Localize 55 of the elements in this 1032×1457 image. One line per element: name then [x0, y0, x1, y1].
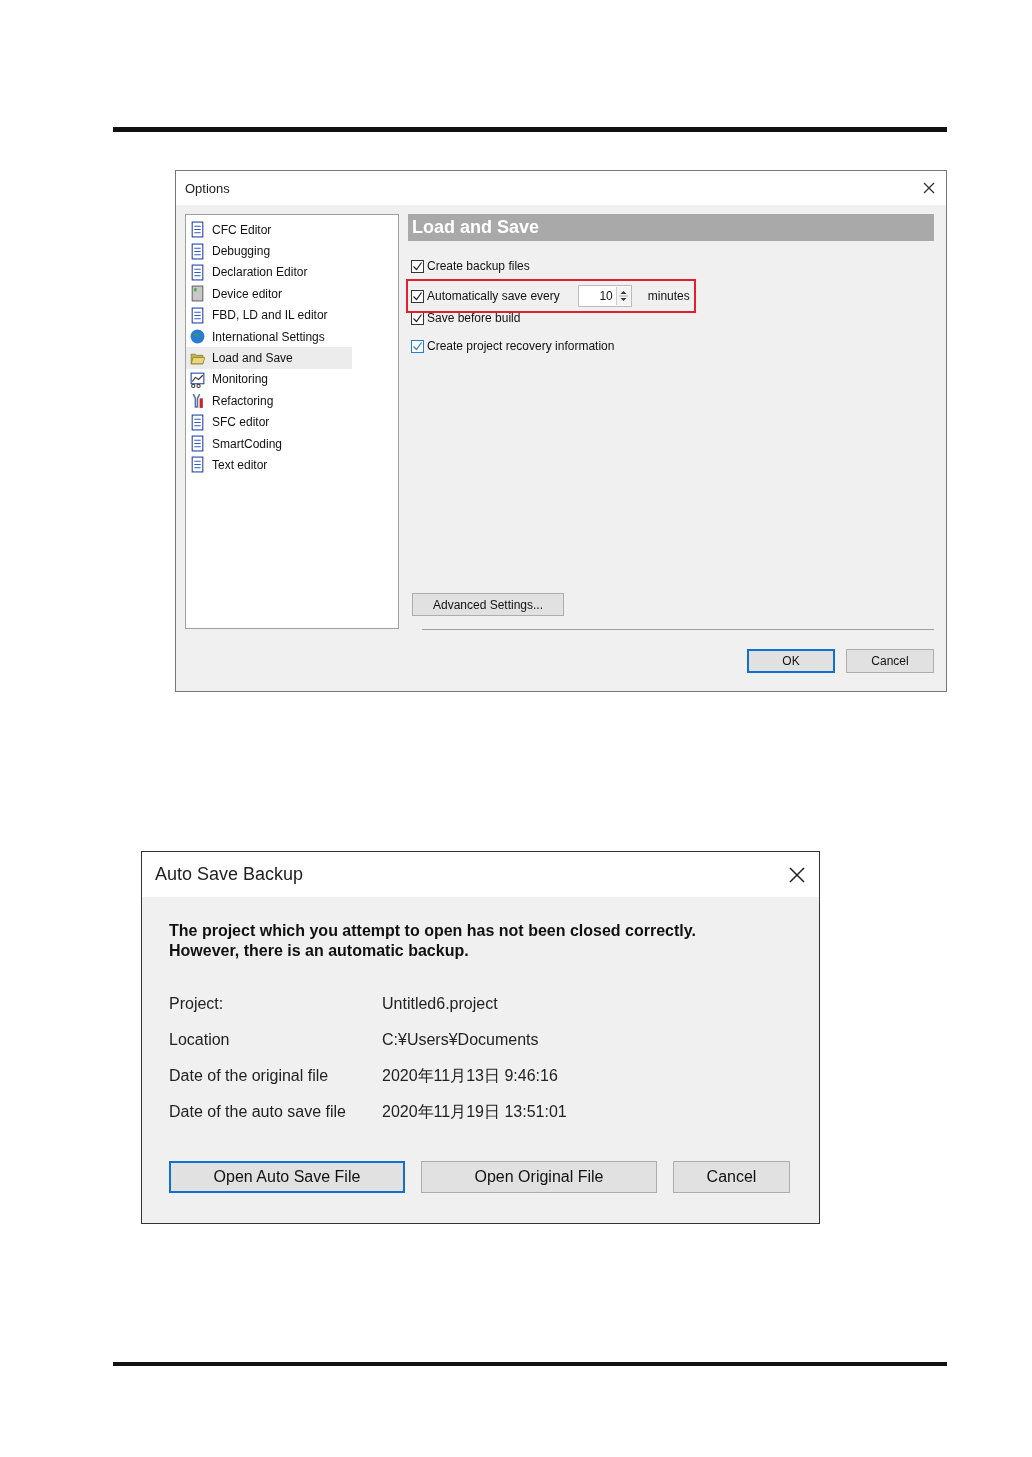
checkbox[interactable]: Create backup files — [411, 259, 530, 273]
detail-value: 2020年11月13日 9:46:16 — [382, 1066, 559, 1086]
window-title: Options — [185, 180, 230, 196]
section-header: Load and Save — [408, 214, 934, 241]
checkmark-icon — [412, 340, 423, 352]
category-item[interactable]: FBD, LD and IL editor — [186, 304, 352, 326]
detail-label: Project: — [169, 994, 225, 1014]
document-icon — [190, 221, 205, 239]
tools-icon — [190, 392, 205, 410]
message-text: The project which you attempt to open has not been closed correctly. — [169, 921, 697, 941]
dialog-button[interactable]: Cancel — [673, 1161, 790, 1193]
dialog-button[interactable]: Cancel — [846, 649, 934, 673]
number-field[interactable]: 10 — [577, 285, 632, 307]
detail-value: C:¥Users¥Documents — [382, 1030, 540, 1050]
category-item[interactable]: CFC Editor — [186, 219, 352, 241]
category-item[interactable]: Device editor — [186, 283, 352, 305]
device-icon — [190, 285, 205, 303]
chart-icon — [190, 370, 205, 388]
document-icon — [190, 242, 205, 260]
spin-arrows-icon[interactable] — [619, 289, 629, 303]
globe-icon — [190, 328, 205, 346]
advanced-settings-button[interactable]: Advanced Settings... — [412, 593, 564, 616]
category-item[interactable]: International Settings — [186, 325, 352, 348]
checkbox[interactable]: Create project recovery information — [411, 339, 615, 353]
checkmark-icon — [412, 290, 423, 302]
dialog-button[interactable]: OK — [747, 649, 835, 673]
detail-label: Date of the auto save file — [169, 1102, 347, 1122]
message-text: However, there is an automatic backup. — [169, 941, 470, 961]
close-icon[interactable] — [923, 182, 935, 194]
category-item[interactable]: Load and Save — [186, 347, 352, 369]
category-item[interactable]: Text editor — [186, 454, 352, 476]
window-title: Auto Save Backup — [155, 864, 304, 885]
detail-label: Location — [169, 1030, 231, 1050]
dialog-button[interactable]: Open Auto Save File — [169, 1161, 405, 1193]
document-icon — [190, 306, 205, 324]
document-icon — [190, 413, 205, 431]
checkmark-icon — [412, 312, 423, 324]
category-item[interactable]: Refactoring — [186, 390, 352, 412]
dialog-button[interactable]: Open Original File — [421, 1161, 657, 1193]
document-icon — [190, 456, 205, 474]
category-item[interactable]: Debugging — [186, 240, 352, 262]
category-item[interactable]: Declaration Editor — [186, 261, 352, 284]
unit-label: minutes — [647, 289, 690, 303]
category-item[interactable]: SFC editor — [186, 411, 352, 433]
detail-value: 2020年11月19日 13:51:01 — [382, 1102, 568, 1122]
checkbox[interactable]: Automatically save every — [411, 289, 560, 303]
category-item[interactable]: SmartCoding — [186, 432, 352, 455]
detail-label: Date of the original file — [169, 1066, 330, 1086]
category-item[interactable]: Monitoring — [186, 368, 352, 391]
document-icon — [190, 435, 205, 453]
close-icon[interactable] — [789, 866, 805, 883]
document-icon — [190, 263, 205, 281]
detail-value: Untitled6.project — [382, 994, 499, 1014]
checkbox[interactable]: Save before build — [411, 311, 521, 325]
checkmark-icon — [412, 260, 423, 272]
